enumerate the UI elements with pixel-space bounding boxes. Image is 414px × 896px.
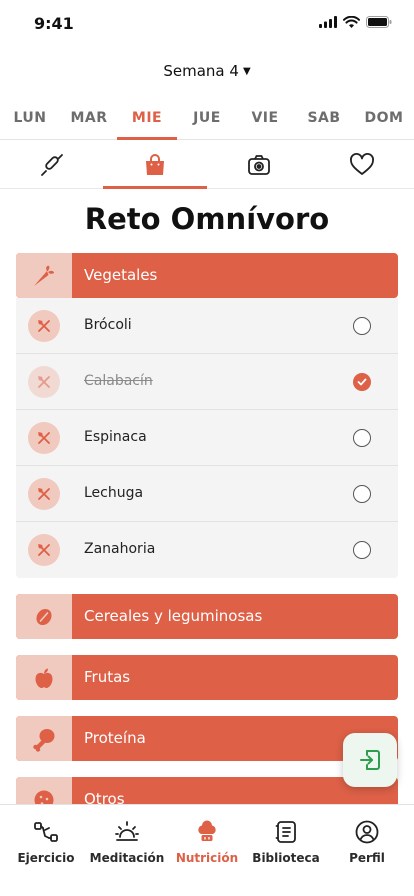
nav-item-biblioteca[interactable]: Biblioteca xyxy=(245,819,327,865)
category-label: Vegetales xyxy=(84,266,158,284)
day-tab-mar[interactable]: MAR xyxy=(59,110,119,126)
week-selector-label: Semana 4 xyxy=(163,62,239,80)
heart-icon xyxy=(350,153,374,175)
item-label: Calabacín xyxy=(84,373,153,389)
apple-icon xyxy=(35,668,53,688)
nav-item-meditacion[interactable]: Meditación xyxy=(86,819,168,865)
status-time: 9:41 xyxy=(34,14,74,33)
camera-icon xyxy=(248,155,270,175)
user-icon xyxy=(355,820,379,844)
utensils-icon xyxy=(38,376,50,388)
item-label: Zanahoria xyxy=(84,541,156,557)
tab-photos[interactable] xyxy=(245,152,273,178)
category-header-proteina[interactable]: Proteína xyxy=(16,716,398,761)
category-label: Cereales y leguminosas xyxy=(84,607,263,625)
book-icon xyxy=(275,821,296,843)
week-selector[interactable]: Semana 4 ▼ xyxy=(0,62,414,80)
shopping-bag-icon xyxy=(146,154,164,175)
tab-shopping[interactable] xyxy=(141,152,169,178)
item-label: Espinaca xyxy=(84,429,147,445)
day-tab-dom[interactable]: DOM xyxy=(354,110,414,126)
utensils-icon-bg xyxy=(28,366,60,398)
carrot-icon xyxy=(34,265,54,286)
dumbbell-icon xyxy=(34,822,58,842)
category-header-frutas[interactable]: Frutas xyxy=(16,655,398,700)
utensils-icon xyxy=(38,488,50,500)
battery-icon xyxy=(366,16,392,28)
category-header-vegetales[interactable]: Vegetales xyxy=(16,253,398,298)
nav-label: Nutrición xyxy=(175,851,239,865)
tab-favorites[interactable] xyxy=(348,152,376,178)
cellular-signal-icon xyxy=(319,16,337,28)
utensils-icon-bg xyxy=(28,310,60,342)
nav-item-perfil[interactable]: Perfil xyxy=(326,819,408,865)
exit-icon xyxy=(360,750,380,770)
status-icons xyxy=(319,16,392,28)
day-tab-sab[interactable]: SAB xyxy=(294,110,354,126)
tab-recipes[interactable] xyxy=(38,152,66,178)
utensils-icon xyxy=(38,320,50,332)
list-item[interactable]: Lechuga xyxy=(16,466,398,522)
status-bar: 9:41 xyxy=(0,0,414,48)
list-item[interactable]: Espinaca xyxy=(16,410,398,466)
item-checkbox[interactable] xyxy=(353,317,371,335)
caret-down-icon: ▼ xyxy=(242,66,251,77)
day-tabs: LUN MAR MIE JUE VIE SAB DOM xyxy=(0,100,414,140)
icon-tabs xyxy=(0,140,414,189)
page-title: Reto Omnívoro xyxy=(84,202,330,236)
bottom-nav: Ejercicio Meditación Nutrición Bibliotec… xyxy=(0,804,414,896)
item-checkbox-checked[interactable] xyxy=(353,373,371,391)
items-panel-vegetales: Brócoli Calabacín Espinaca Lechuga Zanah… xyxy=(16,298,398,578)
utensils-icon-bg xyxy=(28,422,60,454)
nav-label: Ejercicio xyxy=(17,851,75,865)
item-checkbox[interactable] xyxy=(353,429,371,447)
rolling-pin-icon xyxy=(41,154,63,176)
item-checkbox[interactable] xyxy=(353,485,371,503)
utensils-icon xyxy=(38,432,50,444)
day-tab-vie[interactable]: VIE xyxy=(235,110,295,126)
sunrise-icon xyxy=(115,821,139,841)
list-item[interactable]: Brócoli xyxy=(16,298,398,354)
utensils-icon-bg xyxy=(28,478,60,510)
nav-label: Perfil xyxy=(349,851,385,865)
category-label: Frutas xyxy=(84,668,131,686)
category-icon-box xyxy=(16,594,72,639)
nav-label: Biblioteca xyxy=(252,851,320,865)
nav-item-ejercicio[interactable]: Ejercicio xyxy=(5,819,87,865)
list-item[interactable]: Zanahoria xyxy=(16,522,398,578)
chef-hat-icon xyxy=(198,820,216,841)
list-item[interactable]: Calabacín xyxy=(16,354,398,410)
bean-icon xyxy=(36,608,52,625)
exit-fab-button[interactable] xyxy=(343,733,397,787)
category-label: Proteína xyxy=(84,729,146,747)
drumstick-icon xyxy=(33,728,55,752)
item-checkbox[interactable] xyxy=(353,541,371,559)
category-icon-box xyxy=(16,253,72,298)
item-label: Lechuga xyxy=(84,485,144,501)
utensils-icon-bg xyxy=(28,534,60,566)
nav-item-nutricion[interactable]: Nutrición xyxy=(166,819,248,865)
utensils-icon xyxy=(38,544,50,556)
icon-tab-underline xyxy=(103,186,207,189)
category-icon-box xyxy=(16,655,72,700)
category-icon-box xyxy=(16,716,72,761)
day-tab-lun[interactable]: LUN xyxy=(0,110,60,126)
category-header-cereales[interactable]: Cereales y leguminosas xyxy=(16,594,398,639)
nav-label: Meditación xyxy=(89,851,165,865)
wifi-icon xyxy=(343,16,360,28)
day-tab-jue[interactable]: JUE xyxy=(177,110,237,126)
day-tab-mie[interactable]: MIE xyxy=(117,110,177,126)
checkmark-icon xyxy=(357,378,367,386)
item-label: Brócoli xyxy=(84,317,132,333)
